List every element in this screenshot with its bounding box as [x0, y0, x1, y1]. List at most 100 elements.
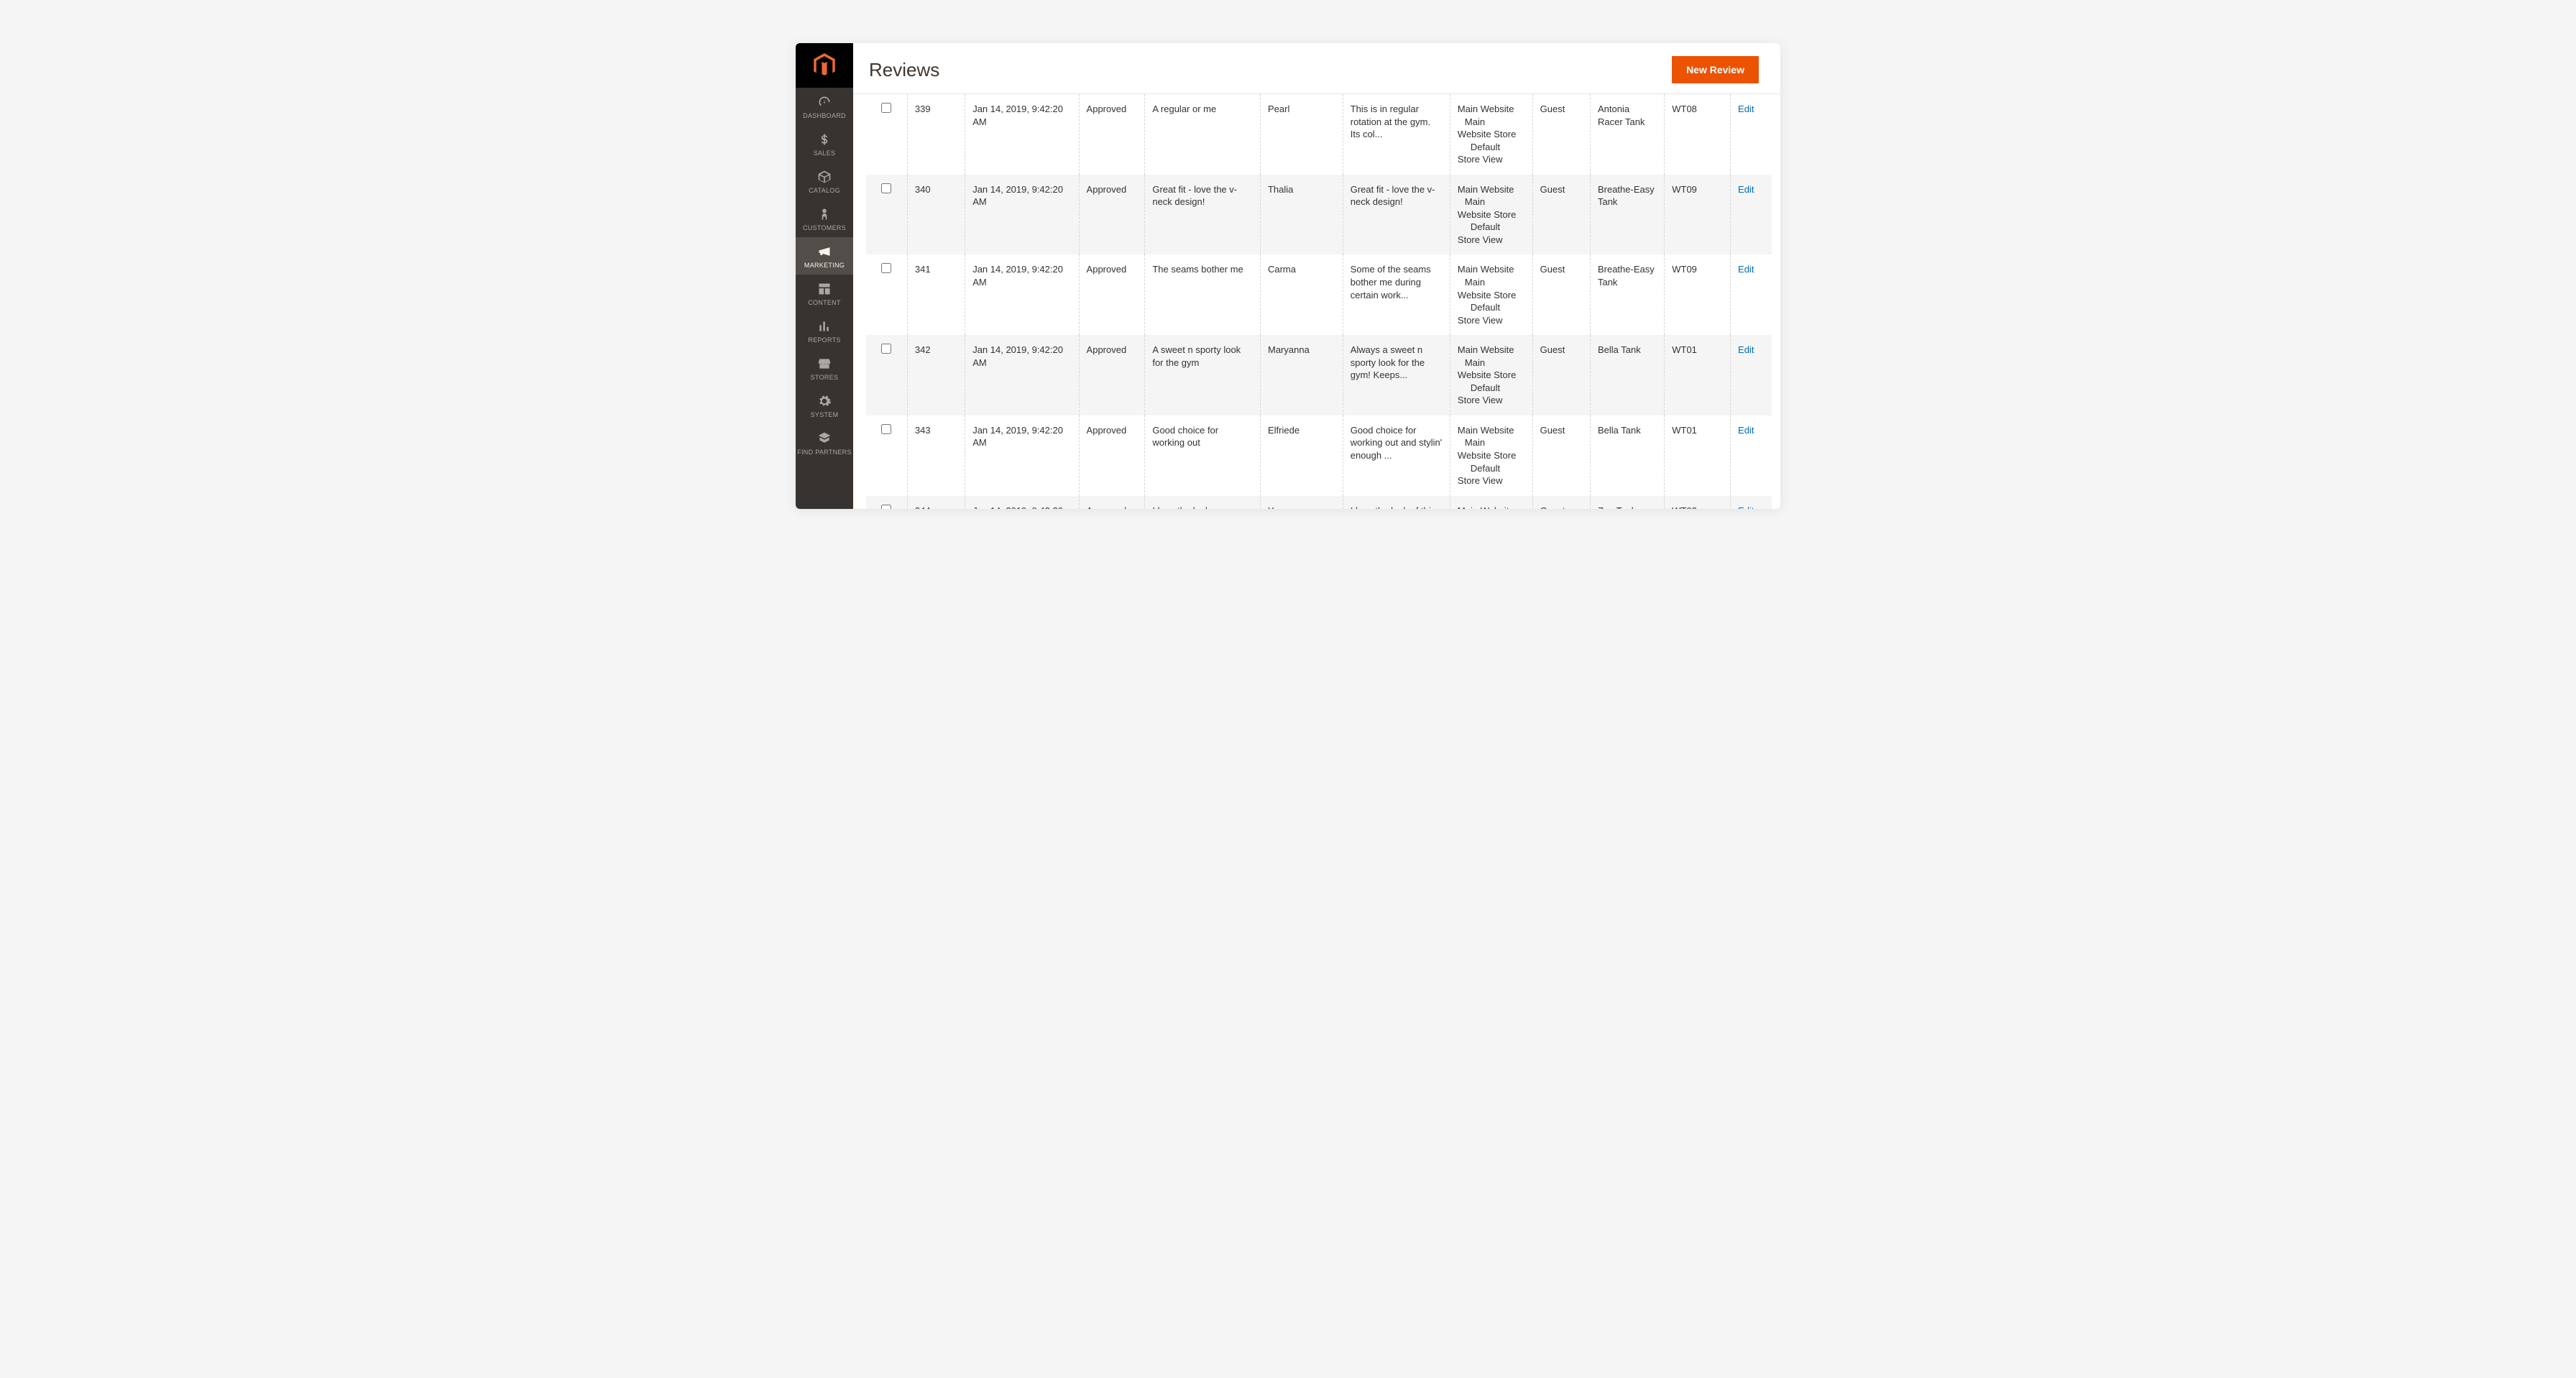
cell-created: Jan 14, 2019, 9:42:20 AM [965, 335, 1079, 415]
cell-visibility: Main WebsiteMainWebsite StoreDefaultStor… [1450, 94, 1532, 175]
sidebar-item-label: CUSTOMERS [803, 224, 846, 231]
cell-product: Bella Tank [1590, 335, 1664, 415]
cell-nickname: Pearl [1260, 94, 1343, 175]
visibility-line4: Default [1458, 301, 1525, 314]
cell-product: Antonia Racer Tank [1590, 94, 1664, 175]
visibility-line5: Store View [1458, 234, 1525, 247]
sidebar-item-sales[interactable]: SALES [796, 125, 853, 162]
cell-action: Edit [1731, 94, 1772, 175]
table-row: 340Jan 14, 2019, 9:42:20 AMApprovedGreat… [866, 175, 1772, 255]
cell-type: Guest [1532, 175, 1590, 255]
cell-review: Some of the seams bother me during certa… [1343, 254, 1450, 335]
cell-product: Bella Tank [1590, 415, 1664, 496]
cell-product: Breathe-Easy Tank [1590, 175, 1664, 255]
reviews-grid-wrap: 339Jan 14, 2019, 9:42:20 AMApprovedA reg… [853, 94, 1780, 509]
sidebar-item-system[interactable]: SYSTEM [796, 387, 853, 424]
visibility-line3: Website Store [1458, 289, 1525, 302]
cell-action: Edit [1731, 175, 1772, 255]
visibility-line3: Website Store [1458, 449, 1525, 462]
table-row: 343Jan 14, 2019, 9:42:20 AMApprovedGood … [866, 415, 1772, 496]
cell-type: Guest [1532, 496, 1590, 509]
cell-nickname: Elfriede [1260, 415, 1343, 496]
sidebar-item-content[interactable]: CONTENT [796, 275, 853, 312]
cell-visibility: Main WebsiteMainWebsite StoreDefaultStor… [1450, 415, 1532, 496]
cell-nickname: Carma [1260, 254, 1343, 335]
sidebar-item-partners[interactable]: FIND PARTNERS [796, 424, 853, 461]
edit-link[interactable]: Edit [1738, 104, 1754, 114]
cell-action: Edit [1731, 254, 1772, 335]
table-row: 344Jan 14, 2019, 9:42:20 AMApprovedI lov… [866, 496, 1772, 509]
sidebar-item-marketing[interactable]: MARKETING [796, 237, 853, 275]
edit-link[interactable]: Edit [1738, 344, 1754, 355]
visibility-line2: Main [1458, 276, 1525, 289]
row-select-checkbox[interactable] [881, 344, 891, 354]
visibility-line2: Main [1458, 196, 1525, 208]
cell-review: This is in regular rotation at the gym. … [1343, 94, 1450, 175]
cell-created: Jan 14, 2019, 9:42:20 AM [965, 254, 1079, 335]
megaphone-icon [817, 244, 832, 259]
visibility-line4: Default [1458, 221, 1525, 234]
cell-sku: WT08 [1665, 94, 1731, 175]
cell-id: 342 [907, 335, 965, 415]
app-window: DASHBOARD SALES CATALOG CUSTOMERS MARKETING C… [796, 43, 1780, 509]
cell-visibility: Main WebsiteMainWebsite StoreDefaultStor… [1450, 335, 1532, 415]
edit-link[interactable]: Edit [1738, 184, 1754, 195]
sidebar-item-customers[interactable]: CUSTOMERS [796, 200, 853, 237]
cell-review: Good choice for working out and stylin' … [1343, 415, 1450, 496]
row-select-checkbox[interactable] [881, 505, 891, 509]
cell-action: Edit [1731, 496, 1772, 509]
visibility-line1: Main Website [1458, 344, 1525, 357]
row-select-checkbox[interactable] [881, 424, 891, 434]
row-select-cell [866, 335, 907, 415]
cell-type: Guest [1532, 94, 1590, 175]
cell-status: Approved [1079, 496, 1145, 509]
row-select-cell [866, 415, 907, 496]
edit-link[interactable]: Edit [1738, 505, 1754, 509]
visibility-line5: Store View [1458, 474, 1525, 487]
row-select-cell [866, 496, 907, 509]
visibility-line4: Default [1458, 462, 1525, 475]
sidebar-item-catalog[interactable]: CATALOG [796, 162, 853, 200]
cell-review: I love the look of this top, but I wasn'… [1343, 496, 1450, 509]
row-select-checkbox[interactable] [881, 103, 891, 113]
cell-id: 340 [907, 175, 965, 255]
cell-visibility: Main WebsiteMainWebsite StoreDefaultStor… [1450, 254, 1532, 335]
cell-sku: WT02 [1665, 496, 1731, 509]
sidebar-item-reports[interactable]: REPORTS [796, 312, 853, 349]
sidebar-item-stores[interactable]: STORES [796, 349, 853, 387]
new-review-button[interactable]: New Review [1672, 56, 1759, 83]
sidebar-item-label: CONTENT [808, 299, 841, 306]
gear-icon [817, 394, 832, 408]
table-row: 341Jan 14, 2019, 9:42:20 AMApprovedThe s… [866, 254, 1772, 335]
cell-sku: WT09 [1665, 175, 1731, 255]
cell-created: Jan 14, 2019, 9:42:20 AM [965, 175, 1079, 255]
visibility-line3: Website Store [1458, 208, 1525, 221]
visibility-line5: Store View [1458, 153, 1525, 166]
cell-title: Good choice for working out [1145, 415, 1261, 496]
magento-logo[interactable] [796, 43, 853, 88]
cell-nickname: Maryanna [1260, 335, 1343, 415]
cell-title: I love the look [1145, 496, 1261, 509]
cell-sku: WT09 [1665, 254, 1731, 335]
edit-link[interactable]: Edit [1738, 264, 1754, 275]
gauge-icon [817, 95, 832, 109]
row-select-checkbox[interactable] [881, 263, 891, 273]
row-select-checkbox[interactable] [881, 183, 891, 193]
cell-created: Jan 14, 2019, 9:42:20 AM [965, 94, 1079, 175]
person-icon [817, 207, 832, 221]
visibility-line5: Store View [1458, 314, 1525, 327]
cell-review: Always a sweet n sporty look for the gym… [1343, 335, 1450, 415]
visibility-line4: Default [1458, 141, 1525, 154]
sidebar-item-label: SALES [814, 150, 836, 157]
cell-created: Jan 14, 2019, 9:42:20 AM [965, 496, 1079, 509]
partners-icon [817, 431, 832, 446]
sidebar-item-label: CATALOG [809, 187, 840, 194]
sidebar-item-dashboard[interactable]: DASHBOARD [796, 88, 853, 125]
cell-id: 344 [907, 496, 965, 509]
visibility-line1: Main Website [1458, 424, 1525, 437]
dollar-icon [817, 132, 832, 147]
main-content: Reviews New Review 339Jan 14, 2019, 9:42… [853, 43, 1780, 509]
sidebar-item-label: MARKETING [804, 262, 845, 269]
edit-link[interactable]: Edit [1738, 425, 1754, 436]
sidebar-item-label: DASHBOARD [803, 112, 846, 119]
